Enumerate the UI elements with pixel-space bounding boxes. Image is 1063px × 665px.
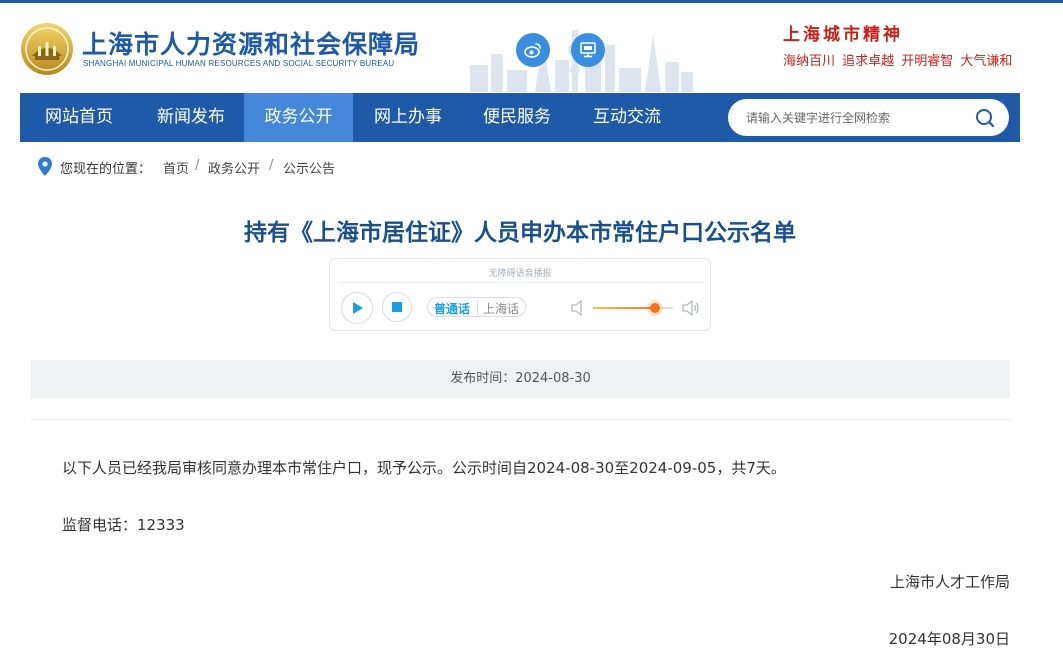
publish-time: 发布时间：2024-08-30 bbox=[31, 360, 1010, 398]
player-label: 无障碍语音播报 bbox=[488, 269, 552, 279]
weibo-icon bbox=[524, 43, 541, 58]
volume-slider[interactable] bbox=[593, 303, 673, 313]
volume-knob[interactable] bbox=[649, 303, 660, 313]
notice-paragraph: 以下人员已经我局审核同意办理本市常住户口，现予公示。公示时间自2024-08-3… bbox=[62, 459, 786, 477]
search-input[interactable] bbox=[746, 107, 966, 128]
city-spirit-slogan: 海纳百川 追求卓越 开明睿智 大气谦和 bbox=[783, 54, 1013, 69]
issuer-signature: 上海市人才工作局 bbox=[889, 573, 1010, 591]
search-icon[interactable] bbox=[974, 107, 996, 129]
site-title[interactable]: 上海市人力资源和社会保障局 bbox=[82, 25, 420, 61]
lang-shanghainese[interactable]: 上海话 bbox=[483, 300, 519, 317]
volume-low-icon[interactable] bbox=[571, 300, 585, 316]
content-divider bbox=[31, 419, 1010, 420]
breadcrumb-label: 您现在的位置： bbox=[60, 162, 152, 177]
city-spirit-title: 上海城市精神 bbox=[783, 25, 903, 45]
nav-item-public-service[interactable]: 便民服务 bbox=[463, 93, 571, 142]
lang-separator bbox=[477, 300, 478, 314]
weibo-button[interactable] bbox=[516, 33, 550, 67]
breadcrumb-separator: / bbox=[269, 158, 274, 173]
nav-item-home[interactable]: 网站首页 bbox=[20, 93, 138, 142]
nav-item-interaction[interactable]: 互动交流 bbox=[571, 93, 683, 142]
search-box bbox=[728, 99, 1009, 136]
nav-item-gov-info[interactable]: 政务公开 bbox=[244, 93, 353, 142]
site-subtitle: SHANGHAI MUNICIPAL HUMAN RESOURCES AND S… bbox=[83, 59, 395, 68]
audio-player: 无障碍语音播报 普通话 上海话 bbox=[329, 258, 711, 331]
nav-item-online-service[interactable]: 网上办事 bbox=[353, 93, 463, 142]
supervision-phone: 监督电话：12333 bbox=[62, 516, 185, 534]
bureau-logo-icon[interactable] bbox=[20, 22, 74, 76]
nav-item-news[interactable]: 新闻发布 bbox=[138, 93, 244, 142]
mobile-site-button[interactable] bbox=[571, 33, 605, 67]
stop-icon bbox=[392, 302, 402, 312]
play-icon bbox=[353, 302, 363, 314]
sign-date: 2024年08月30日 bbox=[888, 630, 1010, 648]
location-pin-icon bbox=[38, 157, 52, 176]
volume-high-icon[interactable] bbox=[682, 300, 700, 316]
breadcrumb-home[interactable]: 首页 bbox=[163, 158, 189, 177]
language-toggle: 普通话 上海话 bbox=[427, 297, 526, 317]
volume-fill bbox=[593, 307, 655, 309]
player-divider bbox=[338, 282, 702, 283]
top-accent-line bbox=[0, 0, 1063, 3]
breadcrumb-gov-info[interactable]: 政务公开 bbox=[208, 158, 260, 177]
article-title: 持有《上海市居住证》人员申办本市常住户口公示名单 bbox=[244, 220, 796, 246]
breadcrumb-notices[interactable]: 公示公告 bbox=[283, 158, 335, 177]
monitor-icon bbox=[580, 42, 596, 58]
breadcrumb-separator: / bbox=[195, 158, 200, 173]
play-button[interactable] bbox=[341, 292, 373, 324]
stop-button[interactable] bbox=[382, 292, 412, 322]
lang-mandarin[interactable]: 普通话 bbox=[434, 300, 470, 317]
main-nav: 网站首页 新闻发布 政务公开 网上办事 便民服务 互动交流 bbox=[20, 93, 1020, 142]
